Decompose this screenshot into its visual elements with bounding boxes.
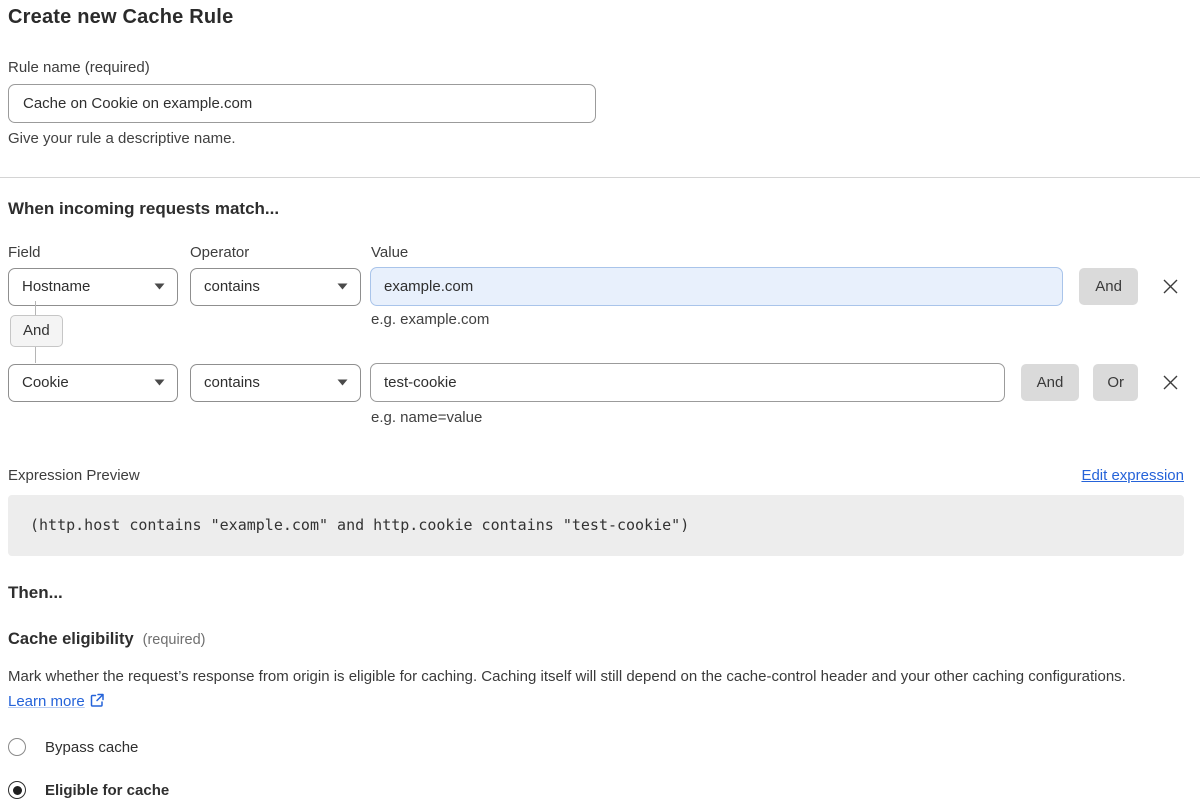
condition-column-labels: Field Operator Value <box>8 244 1184 261</box>
condition-value-input[interactable] <box>370 363 1005 402</box>
rule-name-input[interactable] <box>8 84 596 123</box>
operator-select-value: contains <box>204 374 260 391</box>
value-column-label: Value <box>371 244 1184 261</box>
cache-eligibility-description: Mark whether the request’s response from… <box>8 664 1168 714</box>
add-and-condition-button[interactable]: And <box>1021 364 1080 401</box>
rule-name-helper: Give your rule a descriptive name. <box>8 130 1184 147</box>
create-cache-rule-page: Create new Cache Rule Rule name (require… <box>0 0 1200 799</box>
expression-preview-header: Expression Preview Edit expression <box>8 467 1184 484</box>
condition-value-hint: e.g. example.com <box>371 311 489 328</box>
rule-name-label: Rule name (required) <box>8 59 1184 76</box>
chevron-down-icon <box>337 379 348 386</box>
match-heading: When incoming requests match... <box>8 199 1184 219</box>
radio-label: Bypass cache <box>45 739 138 756</box>
description-text: Mark whether the request’s response from… <box>8 668 1126 685</box>
operator-select-value: contains <box>204 278 260 295</box>
field-select[interactable]: Hostname <box>8 268 178 306</box>
edit-expression-link[interactable]: Edit expression <box>1081 467 1184 484</box>
condition-value-hint: e.g. name=value <box>371 409 1184 426</box>
remove-condition-button[interactable] <box>1158 371 1182 395</box>
value-input-wrap <box>370 363 1005 402</box>
expression-code: (http.host contains "example.com" and ht… <box>30 516 689 534</box>
value-input-wrap <box>370 267 1063 306</box>
chevron-down-icon <box>154 379 165 386</box>
external-link-icon <box>90 693 105 708</box>
operator-column-label: Operator <box>190 244 371 261</box>
condition-row: Hostname contains And <box>8 267 1184 306</box>
condition-row: Cookie contains And Or <box>8 363 1184 402</box>
learn-more-link[interactable]: Learn more <box>8 693 85 710</box>
cache-eligibility-title: Cache eligibility <box>8 630 134 649</box>
field-select-value: Hostname <box>22 278 90 295</box>
cache-eligibility-header: Cache eligibility (required) <box>8 630 1184 649</box>
condition-value-input[interactable] <box>370 267 1063 306</box>
expression-preview-label: Expression Preview <box>8 467 140 484</box>
field-select[interactable]: Cookie <box>8 364 178 402</box>
close-icon <box>1162 278 1179 295</box>
radio-label: Eligible for cache <box>45 782 169 799</box>
radio-icon <box>8 738 26 756</box>
operator-select[interactable]: contains <box>190 364 361 402</box>
field-column-label: Field <box>8 244 190 261</box>
condition-connector-zone: And e.g. example.com <box>8 306 1184 363</box>
required-tag: (required) <box>143 632 206 648</box>
section-divider <box>0 177 1200 178</box>
chevron-down-icon <box>154 283 165 290</box>
chevron-down-icon <box>337 283 348 290</box>
add-and-condition-button[interactable]: And <box>1079 268 1138 305</box>
operator-select[interactable]: contains <box>190 268 361 306</box>
connector-and-chip[interactable]: And <box>10 315 63 347</box>
add-or-condition-button[interactable]: Or <box>1093 364 1138 401</box>
field-select-value: Cookie <box>22 374 69 391</box>
then-heading: Then... <box>8 583 1184 603</box>
remove-condition-button[interactable] <box>1158 275 1182 299</box>
page-title: Create new Cache Rule <box>8 6 1184 29</box>
radio-option-bypass-cache[interactable]: Bypass cache <box>8 738 1184 756</box>
expression-preview-code-block: (http.host contains "example.com" and ht… <box>8 495 1184 556</box>
close-icon <box>1162 374 1179 391</box>
